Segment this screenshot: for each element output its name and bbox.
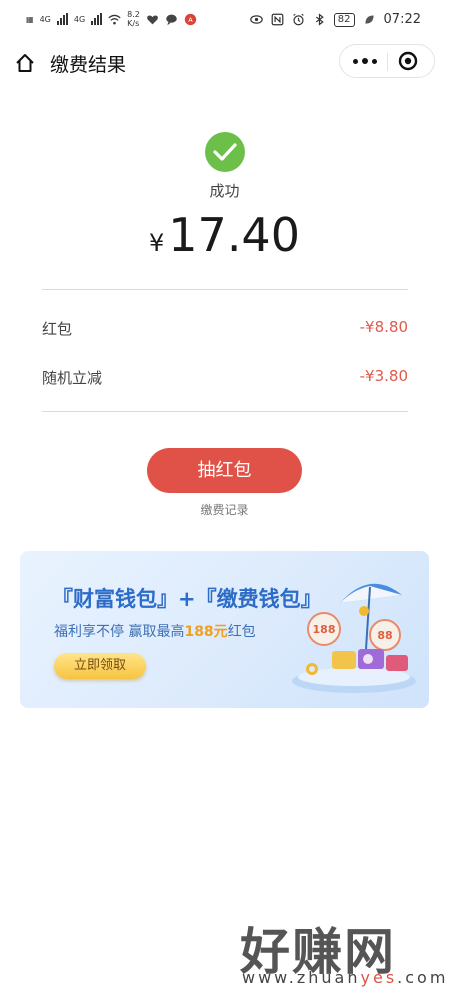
discount-row: 红包 -¥8.80 <box>42 318 408 342</box>
network-type-right: 4G <box>73 14 86 24</box>
alarm-icon <box>293 13 304 26</box>
payment-history-link[interactable]: 缴费记录 <box>0 501 449 518</box>
capsule-divider <box>387 53 388 71</box>
svg-text:A: A <box>188 15 193 23</box>
banner-subtitle: 福利享不停 赢取最高188元红包 <box>54 624 256 640</box>
banner-highlight: 188元 <box>184 624 228 640</box>
draw-red-packet-button[interactable]: 抽红包 <box>147 448 302 493</box>
divider <box>42 411 408 412</box>
leaf-icon <box>364 15 374 24</box>
discount-label: 随机立减 <box>42 369 103 387</box>
eye-icon <box>250 15 263 24</box>
app-badge-icon: A <box>184 13 197 25</box>
sim-icon: ▦ <box>26 14 34 24</box>
claim-now-button[interactable]: 立即领取 <box>54 653 146 679</box>
wifi-icon <box>108 14 121 24</box>
net-speed: 8.2 K/s <box>127 10 140 28</box>
watermark-url: www.zhuanyes.com <box>242 968 449 987</box>
discount-value: -¥3.80 <box>359 367 408 385</box>
banner-illustration: 188 88 <box>292 583 416 693</box>
discount-label: 红包 <box>42 320 73 338</box>
mini-program-capsule <box>339 44 435 78</box>
discount-row: 随机立减 -¥3.80 <box>42 367 408 391</box>
signal-icon <box>56 13 68 25</box>
nfc-icon <box>271 13 284 26</box>
amount-value: 17.40 <box>168 208 300 262</box>
currency-symbol: ¥ <box>149 229 165 257</box>
page-title: 缴费结果 <box>50 54 127 76</box>
badge-text: 88 <box>377 629 392 642</box>
payment-status: 成功 <box>209 182 240 200</box>
more-icon[interactable] <box>350 45 380 77</box>
clock: 07:22 <box>383 12 421 27</box>
divider <box>42 289 408 290</box>
promo-banner[interactable]: 『财富钱包』+『缴费钱包』 福利享不停 赢取最高188元红包 立即领取 188 … <box>20 551 429 708</box>
close-icon[interactable] <box>398 51 418 71</box>
network-type-left: 4G <box>39 14 51 24</box>
battery-indicator: 82 <box>333 12 355 27</box>
heart-icon <box>146 14 158 24</box>
badge-text: 188 <box>313 623 336 636</box>
signal-icon <box>91 13 103 25</box>
discount-value: -¥8.80 <box>359 318 408 336</box>
status-bar: ▦ 4G 4G 8.2 K/s A 82 07:22 <box>0 0 449 40</box>
chat-icon <box>166 14 177 25</box>
payment-amount: ¥17.40 <box>0 208 449 262</box>
status-left: ▦ 4G 4G 8.2 K/s A <box>26 10 197 28</box>
bluetooth-icon <box>315 13 324 26</box>
home-icon[interactable] <box>14 52 36 74</box>
nav-header: 缴费结果 <box>0 40 449 86</box>
status-right: 82 07:22 <box>250 12 421 27</box>
success-check-icon <box>205 132 245 172</box>
